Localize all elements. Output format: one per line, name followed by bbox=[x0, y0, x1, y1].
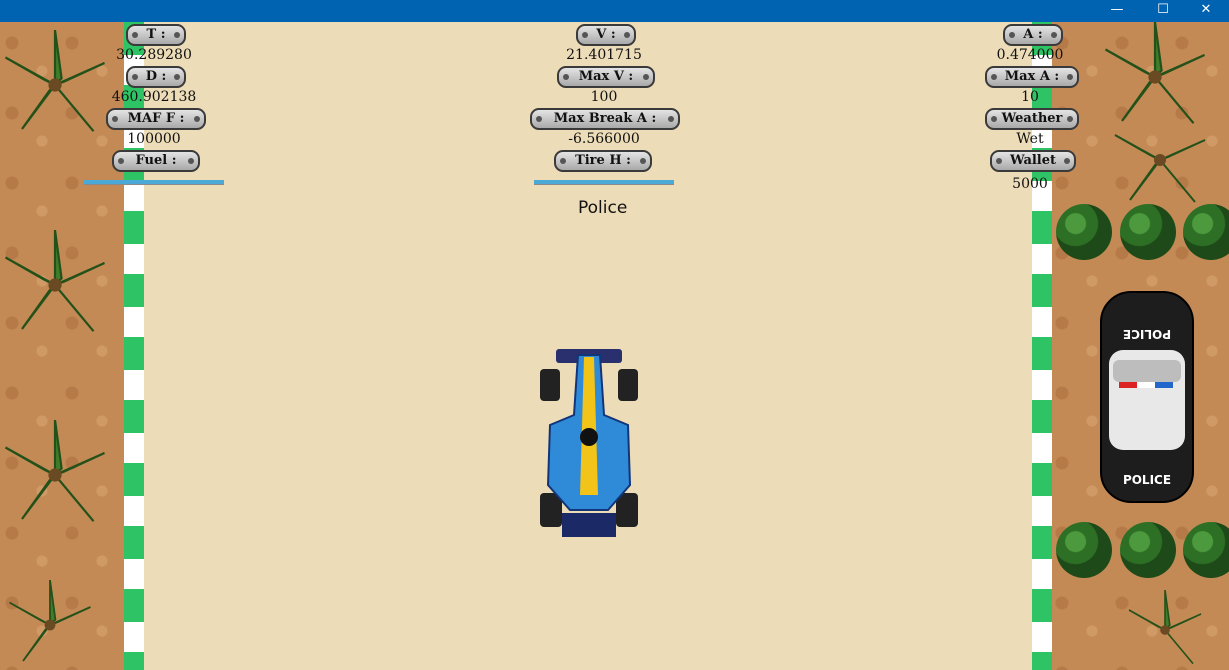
mode-label: Police bbox=[578, 198, 628, 218]
player-race-car[interactable] bbox=[538, 345, 640, 545]
weather-value: Wet bbox=[1016, 131, 1044, 147]
maximize-button[interactable]: ☐ bbox=[1140, 0, 1186, 22]
police-roof-text: POLICE bbox=[1123, 327, 1171, 341]
palm-tree-icon bbox=[9, 580, 91, 662]
distance-label: D : bbox=[126, 66, 186, 88]
window-titlebar: — ☐ ✕ bbox=[0, 0, 1229, 22]
acceleration-label: A : bbox=[1003, 24, 1063, 46]
palm-tree-icon bbox=[4, 420, 105, 522]
bush-icon bbox=[1120, 522, 1176, 578]
police-trunk-text: POLICE bbox=[1123, 473, 1171, 487]
acceleration-value: 0.474000 bbox=[996, 47, 1064, 63]
tire-health-label: Tire H : bbox=[554, 150, 652, 172]
palm-tree-icon bbox=[4, 230, 105, 332]
wallet-label: Wallet bbox=[990, 150, 1076, 172]
time-value: 30.289280 bbox=[116, 47, 192, 63]
bush-icon bbox=[1056, 522, 1112, 578]
tire-health-bar bbox=[534, 180, 674, 185]
maf-fuel-label: MAF F : bbox=[106, 108, 206, 130]
bush-icon bbox=[1056, 204, 1112, 260]
fuel-bar bbox=[84, 180, 224, 185]
max-acceleration-value: 10 bbox=[1021, 89, 1039, 105]
palm-tree-icon bbox=[4, 30, 105, 132]
palm-tree-icon bbox=[1114, 134, 1206, 203]
distance-value: 460.902138 bbox=[111, 89, 197, 105]
close-button[interactable]: ✕ bbox=[1183, 0, 1229, 22]
velocity-label: V : bbox=[576, 24, 636, 46]
time-label: T : bbox=[126, 24, 186, 46]
max-velocity-value: 100 bbox=[590, 89, 618, 105]
wallet-value: 5000 bbox=[1012, 176, 1048, 192]
max-break-value: -6.566000 bbox=[568, 131, 640, 147]
max-break-label: Max Break A : bbox=[530, 108, 680, 130]
police-car: POLICE POLICE bbox=[1100, 291, 1194, 503]
velocity-value: 21.401715 bbox=[566, 47, 642, 63]
palm-tree-icon bbox=[1128, 590, 1202, 665]
max-velocity-label: Max V : bbox=[557, 66, 655, 88]
maf-fuel-value: 100000 bbox=[127, 131, 181, 147]
fuel-label: Fuel : bbox=[112, 150, 200, 172]
weather-label: Weather bbox=[985, 108, 1079, 130]
bush-icon bbox=[1120, 204, 1176, 260]
minimize-button[interactable]: — bbox=[1094, 0, 1140, 22]
max-acceleration-label: Max A : bbox=[985, 66, 1079, 88]
